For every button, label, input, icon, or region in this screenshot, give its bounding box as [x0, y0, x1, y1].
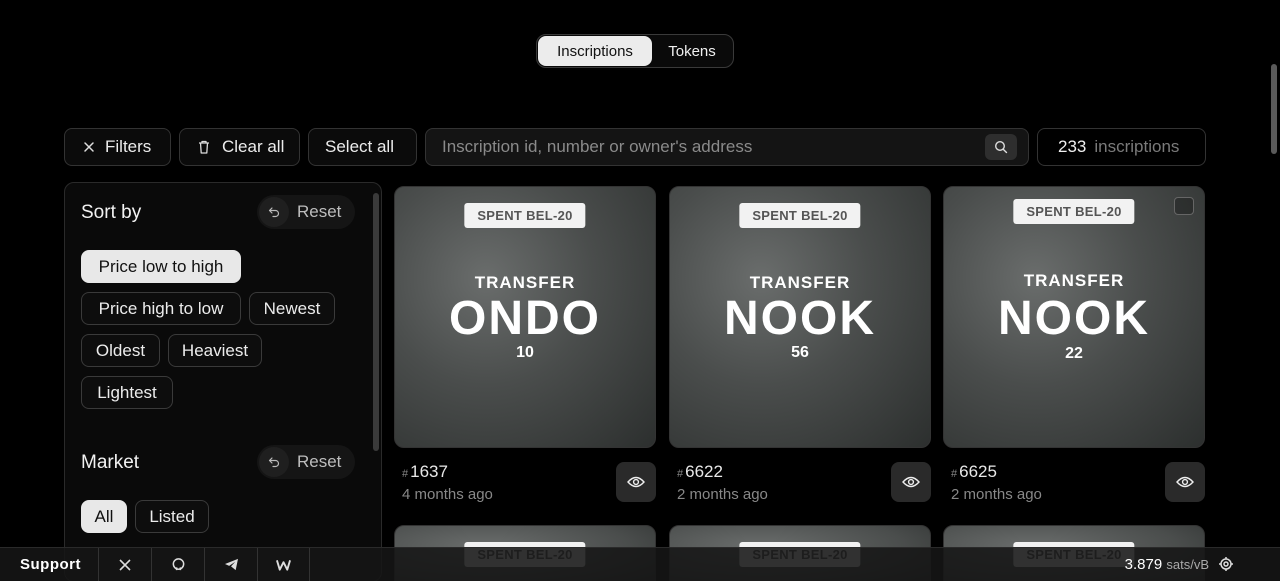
select-all-label: Select all	[325, 137, 394, 156]
view-tabs: Inscriptions Tokens	[536, 34, 734, 68]
sort-price-low-high[interactable]: Price low to high	[81, 250, 241, 283]
inscription-number[interactable]: #6622	[677, 462, 723, 482]
sort-lightest[interactable]: Lightest	[81, 376, 173, 409]
market-all[interactable]: All	[81, 500, 127, 533]
sort-price-high-low[interactable]: Price high to low	[81, 292, 241, 325]
inscription-card[interactable]: SPENT BEL-20 TRANSFER ONDO 10 #1637 4 mo…	[394, 186, 656, 516]
search-input[interactable]	[442, 137, 982, 157]
view-button[interactable]	[1165, 462, 1205, 502]
inscription-count: 233 inscriptions	[1037, 128, 1206, 166]
market-reset-label: Reset	[297, 452, 342, 471]
count-label: inscriptions	[1094, 137, 1180, 156]
clear-all-label: Clear all	[222, 137, 285, 156]
fee-value: 3.879	[1124, 556, 1163, 573]
sort-heaviest[interactable]: Heaviest	[168, 334, 262, 367]
inscription-preview[interactable]: SPENT BEL-20 TRANSFER NOOK 22	[943, 186, 1205, 448]
inscription-preview[interactable]: SPENT BEL-20 TRANSFER NOOK 56	[669, 186, 931, 448]
tab-inscriptions[interactable]: Inscriptions	[538, 36, 652, 66]
tab-tokens[interactable]: Tokens	[652, 36, 732, 66]
inscription-number[interactable]: #6625	[951, 462, 997, 482]
sort-reset-button[interactable]: Reset	[257, 195, 355, 229]
market-listed[interactable]: Listed	[135, 500, 209, 533]
market-title: Market	[81, 452, 140, 473]
card-ticker: NOOK	[724, 292, 876, 345]
fee-unit: sats/vB	[1166, 557, 1209, 572]
filters-button[interactable]: Filters	[64, 128, 171, 166]
card-operation: TRANSFER	[749, 273, 851, 292]
undo-icon	[259, 447, 289, 477]
card-amount: 22	[1065, 345, 1083, 362]
sidebar-scrollbar[interactable]	[373, 193, 379, 451]
inscription-card[interactable]: SPENT BEL-20 TRANSFER NOOK 56 #6622 2 mo…	[669, 186, 931, 516]
close-icon	[84, 142, 94, 152]
market-reset-button[interactable]: Reset	[257, 445, 355, 479]
search-icon	[994, 140, 1008, 154]
clear-all-button[interactable]: Clear all	[179, 128, 300, 166]
footer-bar: Support 3.879 sats/vB	[0, 547, 1280, 581]
card-ticker: NOOK	[998, 292, 1150, 345]
card-ticker: ONDO	[449, 292, 601, 345]
telegram-icon[interactable]	[204, 547, 257, 581]
sort-reset-label: Reset	[297, 202, 342, 221]
filters-label: Filters	[105, 137, 152, 156]
inscription-card[interactable]: SPENT BEL-20 TRANSFER NOOK 22 #6625 2 mo…	[943, 186, 1205, 516]
card-amount: 10	[516, 344, 534, 361]
page-scrollbar[interactable]	[1271, 64, 1277, 154]
select-all-button[interactable]: Select all	[308, 128, 417, 166]
card-amount: 56	[791, 344, 809, 361]
search-button[interactable]	[985, 134, 1017, 160]
card-operation: TRANSFER	[474, 273, 576, 292]
inscription-preview[interactable]: SPENT BEL-20 TRANSFER ONDO 10	[394, 186, 656, 448]
count-value: 233	[1058, 137, 1087, 156]
card-operation: TRANSFER	[1023, 271, 1125, 290]
sort-by-title: Sort by	[81, 202, 142, 223]
sort-oldest[interactable]: Oldest	[81, 334, 160, 367]
card-tag: SPENT BEL-20	[739, 203, 861, 228]
fee-rate: 3.879 sats/vB	[1125, 556, 1209, 573]
x-icon[interactable]	[98, 547, 151, 581]
view-button[interactable]	[616, 462, 656, 502]
eye-icon	[627, 476, 645, 488]
select-checkbox[interactable]	[1174, 197, 1194, 215]
trash-icon	[199, 140, 209, 154]
inscription-age: 2 months ago	[677, 486, 768, 503]
gear-icon[interactable]	[1218, 556, 1234, 577]
undo-icon	[259, 197, 289, 227]
github-icon[interactable]	[151, 547, 204, 581]
support-link[interactable]: Support	[20, 556, 98, 573]
filter-sidebar: Sort by Reset Price low to high Price hi…	[64, 182, 382, 581]
eye-icon	[902, 476, 920, 488]
eye-icon	[1176, 476, 1194, 488]
view-button[interactable]	[891, 462, 931, 502]
card-tag: SPENT BEL-20	[1013, 199, 1135, 224]
sort-newest[interactable]: Newest	[249, 292, 335, 325]
search-bar	[425, 128, 1029, 166]
w-icon[interactable]	[257, 547, 310, 581]
inscription-age: 2 months ago	[951, 486, 1042, 503]
card-tag: SPENT BEL-20	[464, 203, 586, 228]
inscription-number[interactable]: #1637	[402, 462, 448, 482]
inscription-age: 4 months ago	[402, 486, 493, 503]
